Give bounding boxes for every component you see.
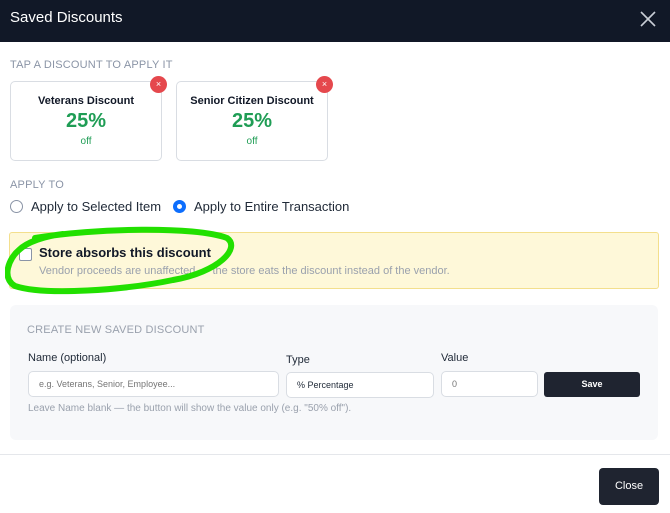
saved-discounts-label: TAP A DISCOUNT TO APPLY IT xyxy=(10,59,173,71)
store-absorbs-description: Vendor proceeds are unaffected — the sto… xyxy=(39,265,450,277)
name-label: Name (optional) xyxy=(28,352,107,364)
saved-discount-card-veterans[interactable]: Veterans Discount 25% off × xyxy=(10,76,167,161)
type-label: Type xyxy=(286,354,310,366)
close-button[interactable]: Close xyxy=(599,468,659,505)
delete-discount-button[interactable]: × xyxy=(150,76,167,93)
radio-entire-transaction[interactable] xyxy=(173,200,186,213)
modal-title: Saved Discounts xyxy=(10,9,123,26)
store-absorbs-checkbox[interactable] xyxy=(19,248,32,261)
value-label: Value xyxy=(441,352,469,364)
discount-value: 25% xyxy=(65,110,107,132)
discount-value-input[interactable] xyxy=(441,371,538,397)
store-absorbs-panel: Store absorbs this discount Vendor proce… xyxy=(9,232,659,289)
apply-to-label: APPLY TO xyxy=(10,179,64,191)
save-discount-button[interactable]: Save xyxy=(544,372,640,397)
footer-divider xyxy=(0,454,670,455)
radio-selected-item[interactable] xyxy=(10,200,23,213)
discount-suffix: off xyxy=(80,136,92,147)
saved-discount-card-senior[interactable]: Senior Citizen Discount 25% off × xyxy=(176,76,333,161)
create-discount-title: CREATE NEW SAVED DISCOUNT xyxy=(27,324,205,336)
discount-type-select[interactable]: % Percentage xyxy=(286,372,434,398)
radio-label: Apply to Entire Transaction xyxy=(194,199,350,214)
close-icon[interactable] xyxy=(636,7,660,31)
discount-value: 25% xyxy=(231,110,273,132)
apply-selected-item-option[interactable]: Apply to Selected Item xyxy=(10,199,161,214)
discount-name-input[interactable] xyxy=(28,371,279,397)
discount-suffix: off xyxy=(246,136,258,147)
store-absorbs-title: Store absorbs this discount xyxy=(39,245,211,260)
radio-label: Apply to Selected Item xyxy=(31,199,162,214)
create-discount-panel: CREATE NEW SAVED DISCOUNT Name (optional… xyxy=(10,305,658,440)
create-hint: Leave Name blank — the button will show … xyxy=(28,403,352,414)
delete-discount-button[interactable]: × xyxy=(316,76,333,93)
modal-header: Saved Discounts xyxy=(0,0,670,42)
discount-name: Veterans Discount xyxy=(38,95,134,107)
discount-name: Senior Citizen Discount xyxy=(190,95,314,107)
apply-entire-transaction-option[interactable]: Apply to Entire Transaction xyxy=(173,199,349,214)
